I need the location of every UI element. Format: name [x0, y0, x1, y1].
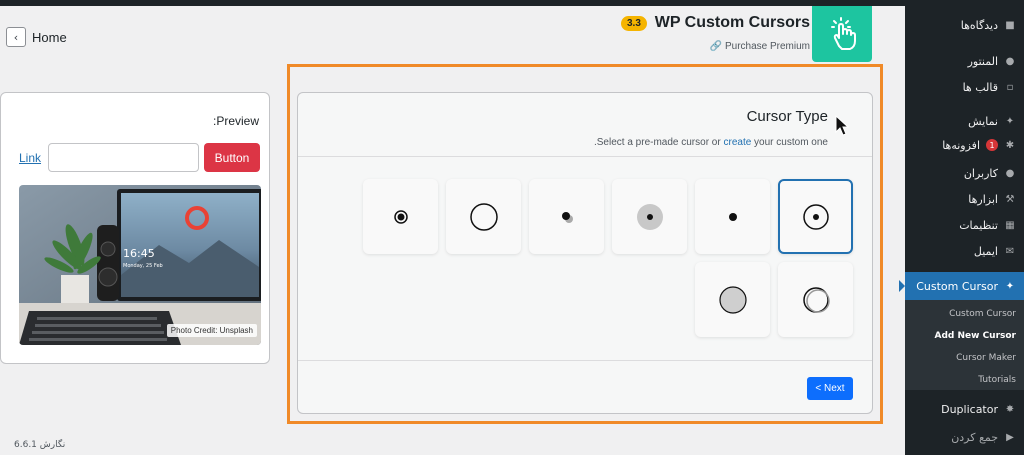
- sidebar-item-appearance[interactable]: نمایش ✦: [905, 108, 1024, 134]
- sidebar-item-custom-cursor[interactable]: Custom Cursor ✦: [899, 272, 1024, 300]
- card-header: Cursor Type .Select a pre-made cursor or…: [298, 93, 872, 157]
- sidebar-label: ابزارها: [968, 192, 998, 206]
- mouse-pointer-icon: [835, 115, 850, 136]
- submenu-custom-cursor[interactable]: Custom Cursor: [905, 303, 1024, 325]
- submenu-cursor-maker[interactable]: Cursor Maker: [905, 347, 1024, 369]
- plugin-icon: ✱: [1005, 139, 1015, 151]
- cursor-option-1[interactable]: [778, 179, 853, 254]
- sidebar-label: افزونه‌ها: [942, 138, 980, 152]
- subtitle-text-before: .Select a pre-made cursor or: [593, 137, 724, 148]
- submenu-add-new-cursor[interactable]: Add New Cursor: [905, 325, 1024, 347]
- plugin-logo: [812, 6, 872, 62]
- sidebar-label: المنتور: [967, 54, 998, 68]
- chevron-left-icon: ‹: [6, 27, 26, 47]
- plugin-title: 3.3 WP Custom Cursors: [620, 14, 810, 32]
- sidebar-label: Duplicator: [941, 402, 998, 416]
- sidebar-label: دیدگاه‌ها: [960, 18, 998, 32]
- svg-text:Monday, 25 Feb: Monday, 25 Feb: [123, 263, 163, 269]
- wrench-icon: ⚒: [1005, 193, 1015, 205]
- subtitle-text-after: your custom one: [751, 137, 828, 148]
- mail-icon: ✉: [1005, 245, 1015, 257]
- cursor-icon: ✦: [1005, 280, 1015, 292]
- sidebar-item-elementor[interactable]: المنتور ●: [905, 48, 1024, 74]
- sidebar-label: ایمیل: [973, 244, 998, 258]
- svg-text:16:45: 16:45: [123, 247, 155, 260]
- preview-input[interactable]: [48, 143, 199, 172]
- sidebar-label: جمع کردن: [951, 430, 998, 444]
- sidebar-label: قالب ها: [962, 80, 998, 94]
- preview-link[interactable]: Link: [19, 151, 41, 165]
- ring-cursor-icon: [469, 202, 498, 231]
- sidebar-item-tools[interactable]: ابزارها ⚒: [905, 186, 1024, 212]
- cursor-type-subtitle: .Select a pre-made cursor or create your…: [594, 137, 828, 148]
- cursor-type-title: Cursor Type: [746, 108, 828, 125]
- sidebar-item-settings[interactable]: تنظیمات ▦: [905, 212, 1024, 238]
- sidebar-item-plugins[interactable]: افزونه‌ها 1 ✱: [905, 132, 1024, 158]
- desk-monitor-image: 16:45 Monday, 25 Feb: [19, 185, 261, 345]
- sidebar-item-comments[interactable]: دیدگاه‌ها ■: [905, 12, 1024, 38]
- sidebar-label: کاربران: [963, 166, 998, 180]
- main-content: ‹ Home 3.3 WP Custom Cursors 🔗 Purchase P…: [0, 6, 905, 455]
- create-link[interactable]: create: [723, 137, 751, 148]
- wp-version: نگارش 6.6.1: [14, 440, 66, 450]
- active-pointer: [899, 280, 905, 292]
- link-icon: 🔗: [709, 41, 722, 52]
- update-count-badge: 1: [986, 139, 998, 151]
- sidebar-item-email[interactable]: ایمیل ✉: [905, 238, 1024, 264]
- folder-icon: ▫: [1006, 81, 1014, 93]
- duplicator-icon: ✸: [1005, 403, 1015, 415]
- cursor-option-7[interactable]: [778, 262, 853, 337]
- sidebar-collapse[interactable]: جمع کردن ▶: [905, 424, 1024, 450]
- double-ring-cursor-icon: [802, 286, 830, 313]
- grey-disc-dot-cursor-icon: [636, 203, 663, 230]
- settings-icon: ▦: [1005, 219, 1015, 231]
- cursor-option-5[interactable]: [446, 179, 521, 254]
- sidebar-item-duplicator[interactable]: Duplicator ✸: [905, 396, 1024, 422]
- ring-dot-cursor-icon: [802, 203, 829, 230]
- version-badge: 3.3: [620, 15, 647, 31]
- sidebar-label: تنظیمات: [959, 218, 998, 232]
- cursor-option-2[interactable]: [695, 179, 770, 254]
- next-button[interactable]: < Next: [807, 377, 853, 400]
- comment-icon: ■: [1005, 19, 1015, 31]
- sidebar-item-templates[interactable]: قالب ها ▫: [905, 74, 1024, 100]
- sidebar-item-users[interactable]: کاربران ●: [905, 160, 1024, 186]
- dot-cursor-icon: [728, 212, 737, 221]
- preview-panel: :Preview Link Button 16:45 Monday, 25 Fe…: [0, 92, 270, 364]
- trail-dot-cursor-icon: [561, 211, 573, 223]
- submenu-tutorials[interactable]: Tutorials: [905, 369, 1024, 391]
- preview-button[interactable]: Button: [204, 143, 260, 172]
- purchase-label: Purchase Premium: [724, 41, 810, 52]
- sidebar-label: نمایش: [968, 114, 998, 128]
- brush-icon: ✦: [1005, 115, 1015, 127]
- collapse-icon: ▶: [1006, 431, 1014, 443]
- elementor-icon: ●: [1005, 55, 1015, 67]
- cursor-option-3[interactable]: [612, 179, 687, 254]
- purchase-premium-link[interactable]: 🔗 Purchase Premium: [660, 41, 810, 52]
- sidebar-label: Custom Cursor: [916, 279, 998, 293]
- card-footer: < Next: [298, 360, 872, 413]
- cursor-option-4[interactable]: [529, 179, 604, 254]
- grey-filled-circle-cursor-icon: [718, 285, 747, 314]
- photo-credit: Photo Credit: Unsplash: [166, 324, 257, 337]
- cursor-option-8[interactable]: [695, 262, 770, 337]
- admin-sidebar: دیدگاه‌ها ■ المنتور ● قالب ها ▫ نمایش ✦ افزو…: [899, 0, 1024, 455]
- home-button[interactable]: ‹ Home: [6, 24, 67, 50]
- cursor-option-6[interactable]: [363, 179, 438, 254]
- preview-photo: 16:45 Monday, 25 Feb Photo Credit: Unspl…: [19, 185, 261, 345]
- hand-pointer-icon: [831, 17, 856, 50]
- plugin-name: WP Custom Cursors: [654, 14, 810, 31]
- home-label: Home: [32, 29, 67, 45]
- user-icon: ●: [1005, 167, 1015, 179]
- small-ring-dot-cursor-icon: [393, 209, 408, 224]
- preview-title: :Preview: [212, 114, 259, 128]
